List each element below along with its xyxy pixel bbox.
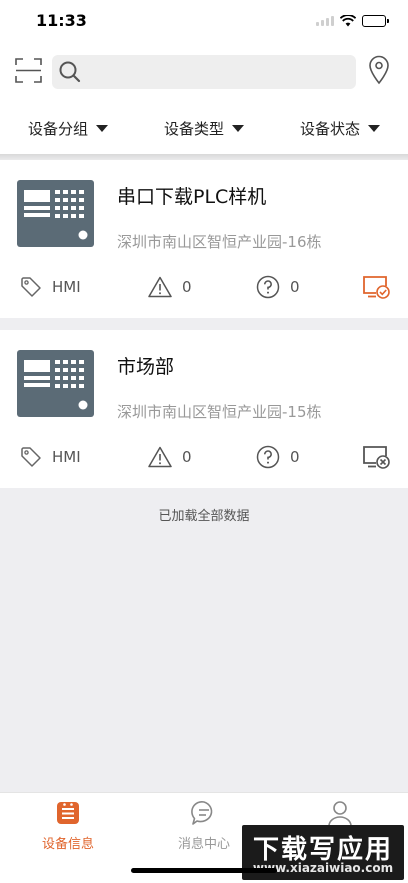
device-type-stat: HMI [20,272,81,302]
caret-down-icon [232,124,244,132]
scan-icon[interactable] [15,57,42,84]
device-name: 市场部 [117,356,175,378]
warning-icon [148,276,172,298]
device-card[interactable]: 串口下载PLC样机 深圳市南山区智恒产业园-16栋 HMI 0 0 [0,160,408,318]
home-indicator [131,868,277,873]
filter-label: 设备类型 [163,119,224,138]
unknown-stat: 0 [256,272,300,302]
warning-stat: 0 [148,442,192,472]
warning-icon [148,446,172,468]
device-address: 深圳市南山区智恒产业园-15栋 [117,403,322,421]
device-type: HMI [52,278,81,296]
status-bar: 11:33 [0,0,408,44]
status-time: 11:33 [36,11,87,30]
question-icon [256,445,280,469]
hmi-device-icon [17,180,94,247]
unknown-count: 0 [290,448,300,466]
device-list: 串口下载PLC样机 深圳市南山区智恒产业园-16栋 HMI 0 0 市场部 深圳… [0,160,408,792]
online-monitor-icon[interactable] [362,275,390,299]
search-input[interactable] [88,55,348,89]
wifi-icon [340,15,356,27]
warning-stat: 0 [148,272,192,302]
cellular-signal-icon [316,16,334,26]
location-pin-icon[interactable] [368,55,390,85]
question-icon [256,275,280,299]
status-icons [316,14,389,28]
filter-label: 设备状态 [299,119,360,138]
device-name: 串口下载PLC样机 [117,186,267,208]
user-icon [328,801,352,827]
hmi-device-icon [17,350,94,417]
caret-down-icon [96,124,108,132]
device-type: HMI [52,448,81,466]
offline-monitor-icon[interactable] [362,445,390,469]
unknown-stat: 0 [256,442,300,472]
filter-bar: 设备分组 设备类型 设备状态 [0,110,408,146]
device-stats: HMI 0 0 [0,442,408,472]
filter-label: 设备分组 [27,119,88,138]
device-stats: HMI 0 0 [0,272,408,302]
filter-device-status[interactable]: 设备状态 [272,110,408,146]
unknown-count: 0 [290,278,300,296]
filter-device-type[interactable]: 设备类型 [136,110,272,146]
warning-count: 0 [182,278,192,296]
tab-device-info[interactable]: 设备信息 [0,793,136,853]
filter-device-group[interactable]: 设备分组 [0,110,136,146]
search-icon [59,61,81,83]
caret-down-icon [368,124,380,132]
warning-count: 0 [182,448,192,466]
list-footer: 已加载全部数据 [158,509,250,524]
device-card[interactable]: 市场部 深圳市南山区智恒产业园-15栋 HMI 0 0 [0,330,408,488]
tag-icon [21,277,41,297]
device-address: 深圳市南山区智恒产业园-16栋 [117,233,322,251]
message-icon [191,800,213,825]
tab-label: 设备信息 [41,837,94,852]
tag-icon [21,447,41,467]
search-box[interactable] [52,55,356,89]
search-row [0,52,408,92]
device-type-stat: HMI [20,442,81,472]
battery-icon [362,15,389,27]
device-list-icon [57,802,79,824]
